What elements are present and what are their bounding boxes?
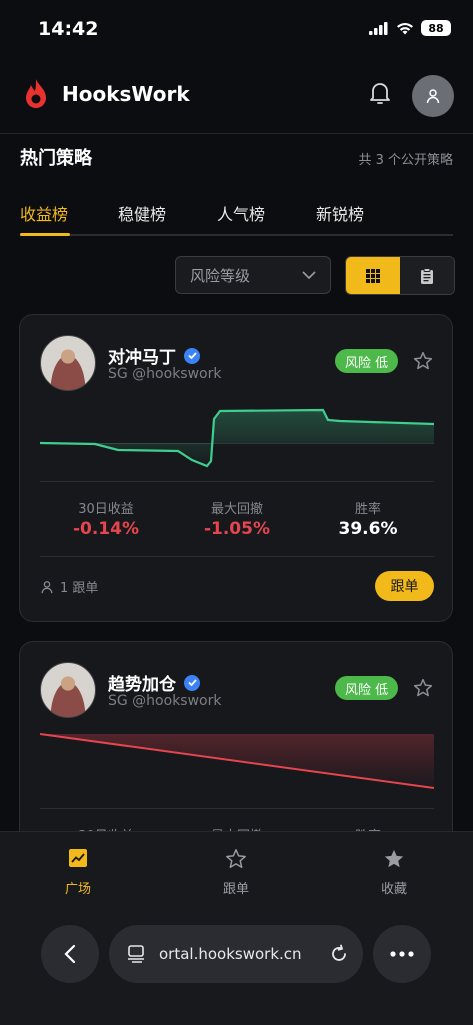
active-tab-indicator xyxy=(20,233,70,236)
strategy-name: 对冲马丁 xyxy=(108,348,176,368)
stat-label-winrate: 胜率 xyxy=(354,502,381,517)
strategy-count: 共 3 个公开策略 xyxy=(358,153,453,168)
verified-icon xyxy=(184,347,200,364)
risk-level-select[interactable]: 风险等级 xyxy=(175,256,331,294)
nav-favorites-label: 收藏 xyxy=(380,882,407,897)
user-icon xyxy=(426,89,440,104)
trader-avatar xyxy=(40,335,96,391)
stat-label-drawdown: 最大回撤 xyxy=(210,502,263,517)
nav-plaza[interactable]: 广场 xyxy=(38,848,118,897)
flame-logo-icon xyxy=(26,79,46,108)
nav-plaza-label: 广场 xyxy=(64,882,91,897)
reload-icon[interactable] xyxy=(329,944,349,964)
favorite-star-icon[interactable] xyxy=(413,678,433,702)
verified-icon xyxy=(184,674,200,691)
performance-sparkline xyxy=(40,733,434,789)
clipboard-icon xyxy=(421,267,433,284)
nav-favorites[interactable]: 收藏 xyxy=(354,848,434,897)
tab-returns[interactable]: 收益榜 xyxy=(20,201,68,225)
star-icon xyxy=(226,849,246,868)
section-title: 热门策略 xyxy=(20,148,92,169)
strategy-card[interactable]: 对冲马丁 SG @hookswork 风险 低 30日收益 -0.14% 最大回… xyxy=(19,314,453,622)
risk-level-select-value: 风险等级 xyxy=(190,266,251,285)
list-view-button[interactable] xyxy=(400,257,454,294)
strategy-handle: SG @hookswork xyxy=(108,693,222,709)
followers-count: 1 跟单 xyxy=(40,577,98,596)
stat-value-drawdown: -1.05% xyxy=(203,519,271,539)
tab-new[interactable]: 新锐榜 xyxy=(316,201,364,225)
person-icon xyxy=(41,580,53,593)
browser-more-button[interactable] xyxy=(373,925,431,983)
browser-address-bar[interactable]: ortal.hookswork.cn xyxy=(109,925,363,983)
favorite-star-icon[interactable] xyxy=(413,351,433,375)
strategy-name: 趋势加仓 xyxy=(108,675,176,695)
nav-copy-trade-label: 跟单 xyxy=(222,882,249,897)
signal-icon xyxy=(369,21,388,35)
browser-url: ortal.hookswork.cn xyxy=(159,945,302,963)
chart-icon xyxy=(69,849,87,867)
wifi-icon xyxy=(397,22,413,34)
chevron-left-icon xyxy=(64,944,76,964)
risk-badge: 风险 低 xyxy=(335,676,399,700)
header-divider xyxy=(0,133,473,134)
stat-value-return: -0.14% xyxy=(72,519,140,539)
tab-stable[interactable]: 稳健榜 xyxy=(118,201,166,225)
stat-label-return: 30日收益 xyxy=(78,502,134,517)
tabs-icon xyxy=(128,945,144,963)
card-divider xyxy=(40,481,434,482)
browser-back-button[interactable] xyxy=(41,925,99,983)
risk-badge: 风险 低 xyxy=(335,349,399,373)
view-toggle xyxy=(345,256,455,295)
strategy-handle: SG @hookswork xyxy=(108,366,222,382)
battery-indicator: 88 xyxy=(421,20,451,36)
brand[interactable]: HooksWork xyxy=(22,78,190,110)
card-divider xyxy=(40,556,434,557)
stat-value-winrate: 39.6% xyxy=(338,519,398,539)
strategy-name-row: 对冲马丁 xyxy=(108,343,200,368)
star-filled-icon xyxy=(384,849,404,868)
status-time: 14:42 xyxy=(38,18,99,40)
notification-bell-icon[interactable] xyxy=(368,80,392,110)
follow-button[interactable]: 跟单 xyxy=(375,571,434,601)
trader-avatar xyxy=(40,662,96,718)
user-avatar-button[interactable] xyxy=(412,75,454,117)
chevron-down-icon xyxy=(302,271,316,279)
performance-sparkline xyxy=(40,408,434,468)
ranking-tabs: 收益榜 稳健榜 人气榜 新锐榜 xyxy=(20,198,453,236)
grid-view-button[interactable] xyxy=(346,257,400,294)
status-icons: 88 xyxy=(369,20,451,36)
brand-name: HooksWork xyxy=(62,82,190,106)
more-icon xyxy=(390,951,414,957)
followers-text: 1 跟单 xyxy=(60,581,99,596)
grid-icon xyxy=(366,268,380,283)
strategy-name-row: 趋势加仓 xyxy=(108,670,200,695)
card-divider xyxy=(40,808,434,809)
tab-popular[interactable]: 人气榜 xyxy=(217,201,265,225)
nav-copy-trade[interactable]: 跟单 xyxy=(196,848,276,897)
